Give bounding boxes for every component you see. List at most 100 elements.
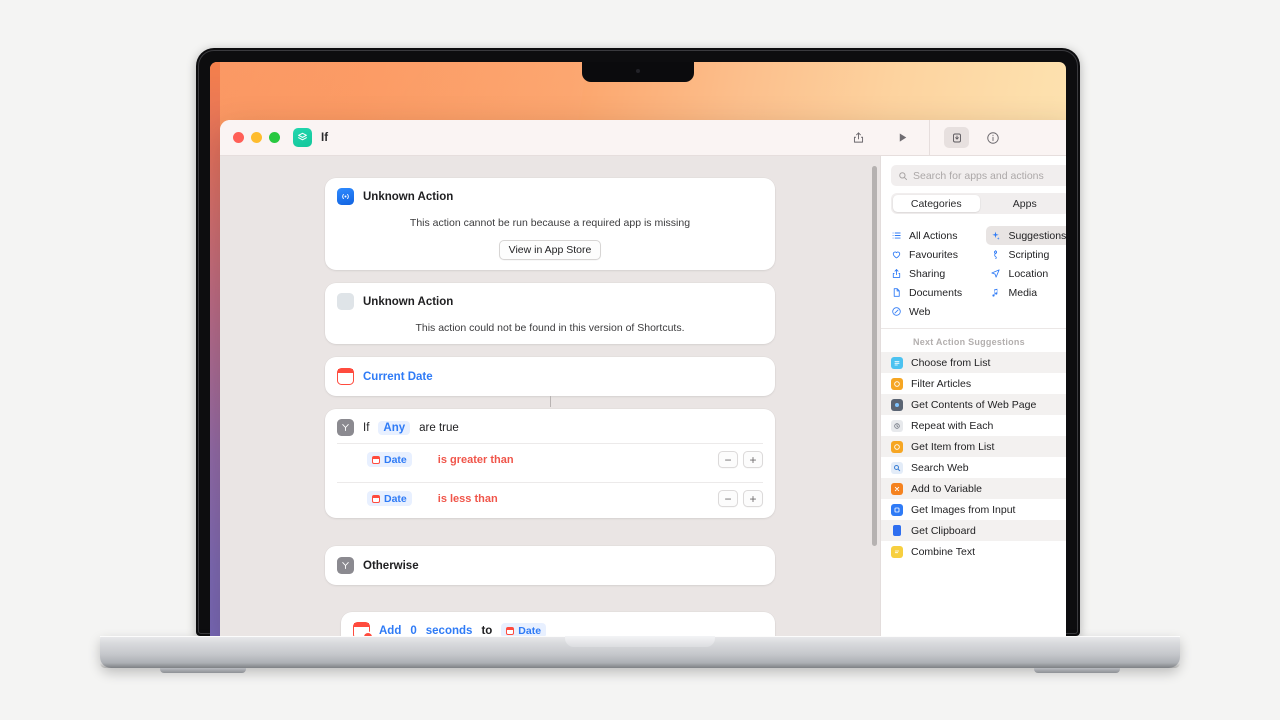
sidebar-item-label: Sharing [909, 267, 946, 280]
sidebar-item-label: Media [1008, 286, 1038, 299]
sidebar-item-documents[interactable]: Documents [881, 283, 981, 302]
tab-apps[interactable]: Apps [982, 195, 1067, 212]
canvas-scroll-area[interactable]: Unknown Action This action cannot be run… [220, 156, 880, 636]
clipboard-icon [893, 525, 901, 536]
sidebar-item-label: Scripting [1008, 248, 1050, 261]
action-card-unknown-not-found[interactable]: Unknown Action This action could not be … [325, 283, 775, 344]
token-add[interactable]: Add [379, 625, 401, 637]
window-body: Unknown Action This action cannot be run… [220, 156, 1066, 636]
sidebar-item-scripting[interactable]: Scripting [981, 245, 1067, 264]
action-card-unknown-missing-app[interactable]: Unknown Action This action cannot be run… [325, 178, 775, 270]
condition-variable-token[interactable]: Date [367, 452, 412, 467]
action-library-icon[interactable] [944, 127, 969, 148]
add-condition-button[interactable]: + [743, 490, 763, 507]
list-item[interactable]: Filter Articles [881, 373, 1066, 394]
list-item[interactable]: Search Web [881, 457, 1066, 478]
if-match-selector[interactable]: Any [378, 420, 411, 435]
list-item[interactable]: Get Images from Input [881, 499, 1066, 520]
condition-operator[interactable]: is greater than [438, 454, 514, 466]
condition-stepper: − + [718, 490, 763, 507]
condition-operator[interactable]: is less than [438, 493, 498, 505]
sidebar-item-media[interactable]: Media [981, 283, 1067, 302]
action-card-otherwise[interactable]: Otherwise [325, 546, 775, 585]
play-icon[interactable] [891, 127, 913, 149]
sidebar-item-label: All Actions [909, 229, 958, 242]
card-header: Unknown Action [337, 293, 763, 310]
list-item[interactable]: Add to Variable [881, 478, 1066, 499]
token-unit[interactable]: seconds [426, 625, 473, 637]
display-notch [582, 62, 694, 82]
add-condition-button[interactable]: + [743, 451, 763, 468]
calendar-add-icon [353, 622, 372, 636]
list-item-label: Get Item from List [911, 440, 995, 453]
sidebar-item-all-actions[interactable]: All Actions [881, 226, 981, 245]
condition-stepper: − + [718, 451, 763, 468]
sidebar-item-label: Documents [909, 286, 963, 299]
action-title: Current Date [363, 370, 433, 383]
tab-categories[interactable]: Categories [893, 195, 980, 212]
toolbar-actions [847, 127, 929, 149]
list-item-label: Add to Variable [911, 482, 983, 495]
sidebar-item-label: Web [909, 305, 931, 318]
token-amount[interactable]: 0 [410, 625, 416, 637]
list-item-label: Search Web [911, 461, 969, 474]
sidebar-item-favourites[interactable]: Favourites [881, 245, 981, 264]
condition-row[interactable]: Date is less than − + [337, 482, 763, 514]
calendar-icon [506, 626, 515, 635]
list-item[interactable]: Repeat with Each [881, 415, 1066, 436]
action-card-if[interactable]: If Any are true Date is greater than − +… [325, 409, 775, 518]
share-icon [890, 268, 902, 280]
traffic-lights[interactable] [233, 132, 280, 143]
list-item[interactable]: Combine Text [881, 541, 1066, 562]
shortcuts-icon [293, 128, 312, 147]
remove-condition-button[interactable]: − [718, 451, 738, 468]
variable-icon [891, 482, 903, 495]
share-icon[interactable] [847, 127, 869, 149]
webcam-icon [636, 69, 640, 73]
condition-variable-token[interactable]: Date [367, 491, 412, 506]
search-input[interactable]: Search for apps and actions [891, 165, 1066, 186]
action-card-adjust-date[interactable]: Add 0 seconds to Date [341, 612, 775, 636]
list-item-label: Choose from List [911, 356, 991, 369]
info-icon[interactable] [983, 128, 1003, 148]
laptop-lid: If Unknown Action This action cannot be … [196, 48, 1080, 636]
scripting-icon [990, 249, 1002, 261]
list-item-label: Combine Text [911, 545, 976, 558]
remove-condition-button[interactable]: − [718, 490, 738, 507]
document-title: If [321, 131, 329, 144]
list-item-label: Filter Articles [911, 377, 972, 390]
list-item[interactable]: Get Contents of Web Page [881, 394, 1066, 415]
image-input-icon [891, 503, 903, 516]
view-in-app-store-button[interactable]: View in App Store [498, 240, 602, 260]
list-item-label: Get Contents of Web Page [911, 398, 1037, 411]
calendar-icon [372, 494, 380, 503]
document-icon [890, 287, 902, 299]
zoom-button[interactable] [269, 132, 280, 143]
if-prefix: If [363, 421, 370, 434]
suggestions-list: Choose from List Filter Articles Get Con… [881, 352, 1066, 562]
minimize-button[interactable] [251, 132, 262, 143]
close-button[interactable] [233, 132, 244, 143]
categories-column-left: All Actions Favourites Sharing Documents… [881, 226, 981, 321]
suggestions-header: Next Action Suggestions [913, 337, 1025, 347]
list-item[interactable]: Choose from List [881, 352, 1066, 373]
condition-variable-label: Date [384, 453, 407, 466]
sidebar-item-suggestions[interactable]: Suggestions [985, 226, 1066, 245]
list-item[interactable]: Get Item from List [881, 436, 1066, 457]
action-title: Otherwise [363, 559, 419, 572]
condition-row[interactable]: Date is greater than − + [337, 443, 763, 475]
sidebar-item-sharing[interactable]: Sharing [881, 264, 981, 283]
repeat-icon [891, 419, 903, 432]
token-date-variable[interactable]: Date [501, 623, 547, 636]
card-header: Unknown Action [337, 188, 763, 205]
canvas-scrollbar[interactable] [872, 166, 877, 546]
list-choose-icon [891, 356, 903, 369]
sidebar-item-location[interactable]: Location [981, 264, 1067, 283]
if-branch-icon [337, 557, 354, 574]
list-item[interactable]: Get Clipboard [881, 520, 1066, 541]
search-web-icon [891, 461, 903, 474]
sidebar-item-web[interactable]: Web [881, 302, 981, 321]
library-segmented-control[interactable]: Categories Apps [891, 193, 1066, 214]
action-card-current-date[interactable]: Current Date [325, 357, 775, 396]
card-line: Otherwise [337, 556, 763, 575]
